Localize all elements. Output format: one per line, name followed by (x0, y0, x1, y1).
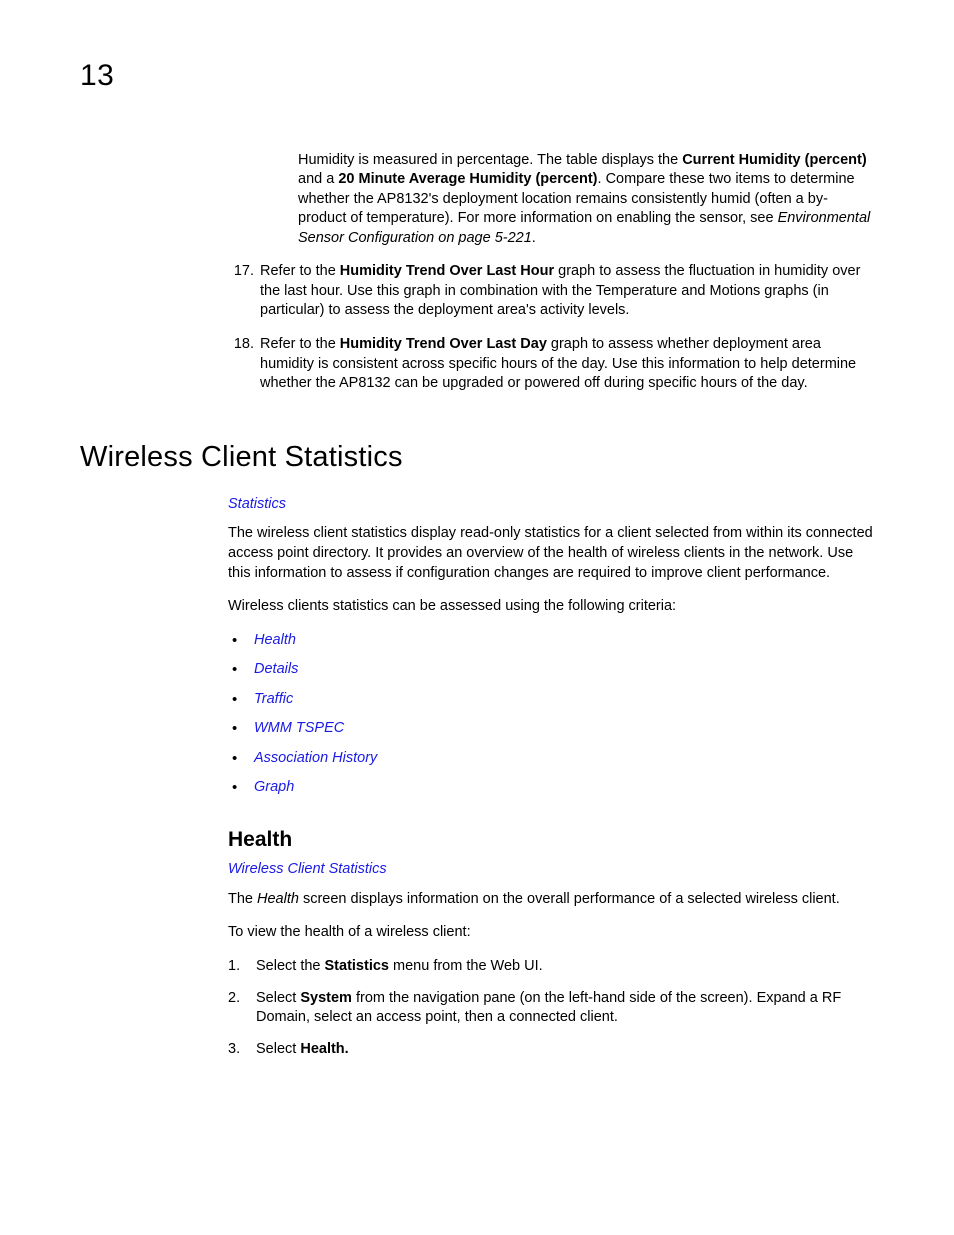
graph-link[interactable]: Graph (254, 779, 294, 795)
text: Select (256, 1041, 300, 1057)
health-steps: 1. Select the Statistics menu from the W… (228, 957, 874, 1059)
step-text: Select the Statistics menu from the Web … (256, 957, 543, 977)
health-term: Health (257, 891, 299, 907)
wcs-intro: The wireless client statistics display r… (228, 524, 874, 583)
text: menu from the Web UI. (389, 958, 543, 974)
subsection-heading-health: Health (228, 826, 874, 854)
health-steps-intro: To view the health of a wireless client: (228, 923, 874, 943)
text: and a (298, 171, 338, 187)
text: Select the (256, 958, 325, 974)
health-description: The Health screen displays information o… (228, 890, 874, 910)
avg-humidity-label: 20 Minute Average Humidity (percent) (338, 171, 597, 187)
list-item: 3. Select Health. (228, 1040, 874, 1060)
wireless-client-statistics-link[interactable]: Wireless Client Statistics (228, 861, 387, 877)
list-item: 2. Select System from the navigation pan… (228, 989, 874, 1028)
step-17: 17. Refer to the Humidity Trend Over Las… (228, 262, 874, 321)
details-link[interactable]: Details (254, 661, 298, 677)
breadcrumb-link-row: Wireless Client Statistics (228, 860, 874, 880)
text: The (228, 891, 257, 907)
step-number: 2. (228, 989, 246, 1028)
step-number: 3. (228, 1040, 246, 1060)
criteria-list: Health Details Traffic WMM TSPEC Associa… (228, 631, 874, 798)
text: Humidity is measured in percentage. The … (298, 152, 682, 168)
step-18: 18. Refer to the Humidity Trend Over Las… (228, 335, 874, 394)
statistics-menu-label: Statistics (325, 958, 389, 974)
step-number: 1. (228, 957, 246, 977)
list-item: Health (228, 631, 874, 651)
text: Select (256, 990, 300, 1006)
humidity-table-description: Humidity is measured in percentage. The … (298, 151, 874, 249)
step-text: Select System from the navigation pane (… (256, 989, 874, 1028)
wmm-tspec-link[interactable]: WMM TSPEC (254, 720, 344, 736)
traffic-link[interactable]: Traffic (254, 691, 293, 707)
list-item: Graph (228, 778, 874, 798)
text: screen displays information on the overa… (299, 891, 840, 907)
statistics-link[interactable]: Statistics (228, 496, 286, 512)
list-item: 1. Select the Statistics menu from the W… (228, 957, 874, 977)
chapter-number: 13 (80, 56, 874, 97)
section-heading-wireless-client-statistics: Wireless Client Statistics (80, 438, 874, 477)
list-item: Association History (228, 749, 874, 769)
health-link[interactable]: Health (254, 632, 296, 648)
humidity-hour-graph-label: Humidity Trend Over Last Hour (340, 263, 554, 279)
humidity-day-graph-label: Humidity Trend Over Last Day (340, 336, 547, 352)
step-text: Select Health. (256, 1040, 349, 1060)
step-text: Refer to the Humidity Trend Over Last Ho… (260, 262, 874, 321)
health-option-label: Health. (300, 1041, 348, 1057)
breadcrumb-link-row: Statistics (228, 495, 874, 515)
system-nav-label: System (300, 990, 352, 1006)
body-column: Humidity is measured in percentage. The … (228, 151, 874, 1060)
wcs-criteria-line: Wireless clients statistics can be asses… (228, 597, 874, 617)
page: 13 Humidity is measured in percentage. T… (0, 0, 954, 1235)
text: Refer to the (260, 336, 340, 352)
text: . (532, 230, 536, 246)
list-item: Traffic (228, 690, 874, 710)
step-number: 18. (228, 335, 254, 394)
association-history-link[interactable]: Association History (254, 750, 377, 766)
list-item: Details (228, 660, 874, 680)
current-humidity-label: Current Humidity (percent) (682, 152, 867, 168)
step-number: 17. (228, 262, 254, 321)
text: Refer to the (260, 263, 340, 279)
list-item: WMM TSPEC (228, 719, 874, 739)
step-text: Refer to the Humidity Trend Over Last Da… (260, 335, 874, 394)
